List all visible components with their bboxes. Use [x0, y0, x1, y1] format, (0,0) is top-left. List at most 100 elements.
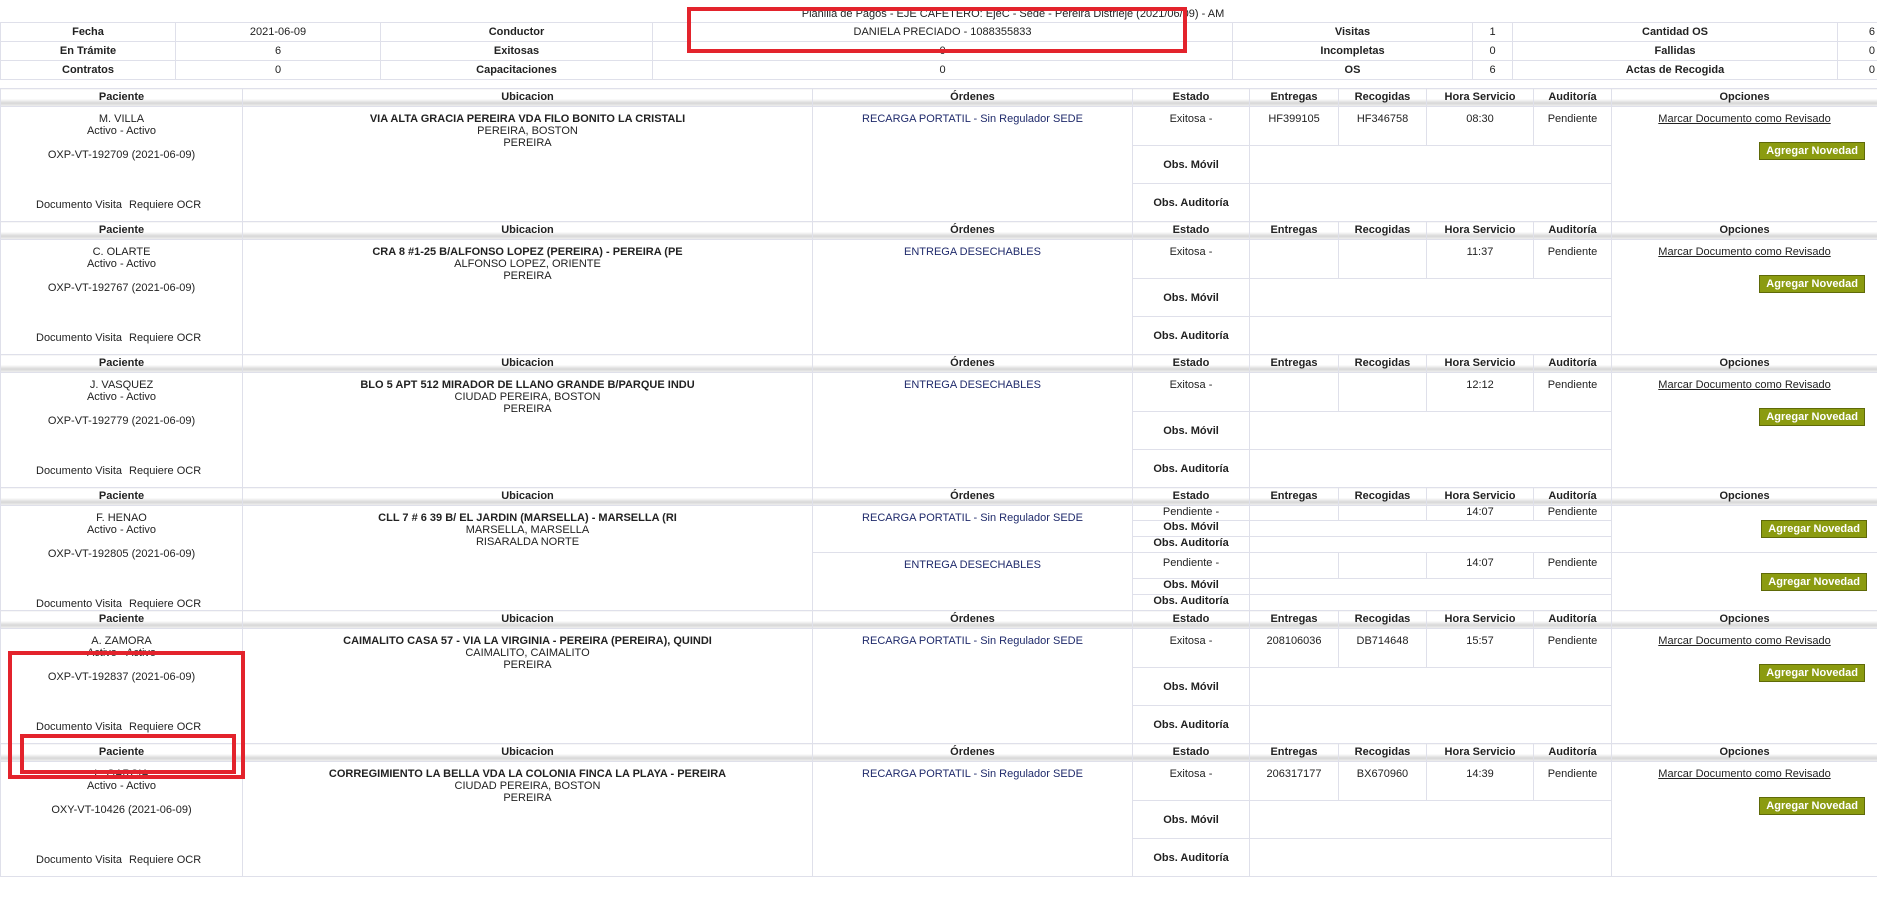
- obs-movil-label: Obs. Móvil: [1132, 278, 1250, 317]
- order-cell: ENTREGA DESECHABLES: [812, 239, 1133, 355]
- table-row: C. OLARTE Activo - Activo OXP-VT-192767 (2…: [0, 239, 1877, 355]
- patient-name: C. OLARTE: [92, 246, 151, 258]
- header-opciones: Opciones: [1611, 221, 1877, 240]
- obs-movil-label: Obs. Móvil: [1132, 667, 1250, 706]
- header-estado: Estado: [1132, 88, 1250, 107]
- obs-movil-value: [1249, 278, 1612, 317]
- summary-value: 6: [1472, 60, 1514, 80]
- header-auditoria: Auditoría: [1533, 88, 1612, 107]
- auditoria-cell: Pendiente: [1533, 628, 1612, 668]
- documento-visita-link[interactable]: Documento Visita: [36, 199, 122, 211]
- estado-cell: Exitosa -: [1132, 372, 1250, 412]
- recogidas-cell: HF346758: [1338, 106, 1427, 146]
- documento-visita-link[interactable]: Documento Visita: [36, 721, 122, 733]
- neighborhood-line: ALFONSO LOPEZ, ORIENTE: [454, 258, 601, 270]
- obs-movil-label: Obs. Móvil: [1132, 520, 1250, 537]
- summary-value: 1: [1472, 22, 1514, 42]
- address-line: CLL 7 # 6 39 B/ EL JARDIN (MARSELLA) - M…: [378, 512, 677, 524]
- location-cell: BLO 5 APT 512 MIRADOR DE LLANO GRANDE B/…: [242, 372, 813, 488]
- requiere-ocr-label[interactable]: Requiere OCR: [129, 598, 201, 610]
- header-opciones: Opciones: [1611, 743, 1877, 762]
- header-estado: Estado: [1132, 221, 1250, 240]
- requiere-ocr-label[interactable]: Requiere OCR: [129, 332, 201, 344]
- header-ordenes: Órdenes: [812, 743, 1133, 762]
- documento-visita-link[interactable]: Documento Visita: [36, 598, 122, 610]
- summary-key: Incompletas: [1231, 41, 1474, 61]
- address-line: BLO 5 APT 512 MIRADOR DE LLANO GRANDE B/…: [360, 379, 695, 391]
- hora-cell: 15:57: [1426, 628, 1534, 668]
- summary-key: Actas de Recogida: [1512, 60, 1839, 80]
- documento-visita-link[interactable]: Documento Visita: [36, 332, 122, 344]
- table-header-row: Paciente Ubicacion Órdenes Estado Entregas Re…: [0, 610, 1877, 629]
- obs-auditoria-label: Obs. Auditoría: [1132, 594, 1250, 611]
- summary-value: 0: [175, 60, 381, 80]
- marcar-revisado-link[interactable]: Marcar Documento como Revisado: [1658, 379, 1830, 391]
- entregas-cell: [1249, 552, 1339, 579]
- entregas-cell: [1249, 239, 1339, 279]
- neighborhood-line: CIUDAD PEREIRA, BOSTON: [454, 391, 601, 403]
- options-cell: Agregar Novedad: [1611, 552, 1877, 611]
- header-ubicacion: Ubicacion: [242, 221, 813, 240]
- visit-code: OXP-VT-192709 (2021-06-09): [47, 149, 196, 161]
- recogidas-cell: [1338, 552, 1427, 579]
- hora-cell: 14:07: [1426, 505, 1534, 521]
- visit-code: OXY-VT-10426 (2021-06-09): [51, 804, 192, 816]
- header-auditoria: Auditoría: [1533, 610, 1612, 629]
- header-ordenes: Órdenes: [812, 354, 1133, 373]
- address-line: VIA ALTA GRACIA PEREIRA VDA FILO BONITO …: [369, 113, 686, 125]
- obs-auditoria-value: [1249, 838, 1612, 877]
- visit-code: OXP-VT-192805 (2021-06-09): [47, 548, 196, 560]
- summary-key: Visitas: [1231, 22, 1474, 42]
- obs-auditoria-label: Obs. Auditoría: [1132, 838, 1250, 877]
- header-hora-servicio: Hora Servicio: [1426, 743, 1534, 762]
- header-recogidas: Recogidas: [1338, 221, 1427, 240]
- estado-cell: Exitosa -: [1132, 239, 1250, 279]
- agregar-novedad-button[interactable]: Agregar Novedad: [1759, 797, 1865, 815]
- summary-row: En Trámite 6 Exitosas 0 Incompletas 0 Fa…: [0, 41, 1877, 61]
- obs-auditoria-value: [1249, 705, 1612, 744]
- patient-cell: M. VILLA Activo - Activo OXP-VT-192709 (20…: [0, 106, 243, 222]
- summary-value: 0: [1472, 41, 1514, 61]
- header-ubicacion: Ubicacion: [242, 487, 813, 506]
- entregas-cell: 208106036: [1249, 628, 1339, 668]
- marcar-revisado-link[interactable]: Marcar Documento como Revisado: [1658, 113, 1830, 125]
- obs-auditoria-value: [1249, 594, 1612, 611]
- obs-movil-value: [1249, 411, 1612, 450]
- documento-visita-link[interactable]: Documento Visita: [36, 854, 122, 866]
- city-line: PEREIRA: [503, 792, 552, 804]
- requiere-ocr-label[interactable]: Requiere OCR: [129, 465, 201, 477]
- entregas-cell: HF399105: [1249, 106, 1339, 146]
- requiere-ocr-label[interactable]: Requiere OCR: [129, 721, 201, 733]
- agregar-novedad-button[interactable]: Agregar Novedad: [1759, 142, 1865, 160]
- header-ubicacion: Ubicacion: [242, 88, 813, 107]
- obs-auditoria-value: [1249, 183, 1612, 222]
- agregar-novedad-button[interactable]: Agregar Novedad: [1761, 520, 1867, 538]
- auditoria-cell: Pendiente: [1533, 552, 1612, 579]
- requiere-ocr-label[interactable]: Requiere OCR: [129, 199, 201, 211]
- options-cell: Marcar Documento como Revisado Agregar No…: [1611, 761, 1877, 877]
- requiere-ocr-label[interactable]: Requiere OCR: [129, 854, 201, 866]
- marcar-revisado-link[interactable]: Marcar Documento como Revisado: [1658, 635, 1830, 647]
- summary-value: 2021-06-09: [175, 22, 381, 42]
- marcar-revisado-link[interactable]: Marcar Documento como Revisado: [1658, 768, 1830, 780]
- table-row: F. HENAO Activo - Activo OXP-VT-192805 (20…: [0, 505, 1877, 611]
- header-entregas: Entregas: [1249, 221, 1339, 240]
- obs-auditoria-value: [1249, 449, 1612, 488]
- table-header-row: Paciente Ubicacion Órdenes Estado Entregas Re…: [0, 743, 1877, 762]
- documento-visita-link[interactable]: Documento Visita: [36, 465, 122, 477]
- options-cell: Marcar Documento como Revisado Agregar No…: [1611, 239, 1877, 355]
- agregar-novedad-button[interactable]: Agregar Novedad: [1759, 275, 1865, 293]
- marcar-revisado-link[interactable]: Marcar Documento como Revisado: [1658, 246, 1830, 258]
- hora-cell: 12:12: [1426, 372, 1534, 412]
- summary-key: Fecha: [0, 22, 176, 42]
- patient-doc-links: Documento Visita Requiere OCR: [3, 465, 240, 477]
- agregar-novedad-button[interactable]: Agregar Novedad: [1759, 664, 1865, 682]
- patient-status: Activo - Activo: [86, 524, 157, 536]
- patient-status: Activo - Activo: [86, 258, 157, 270]
- obs-auditoria-label: Obs. Auditoría: [1132, 183, 1250, 222]
- agregar-novedad-button[interactable]: Agregar Novedad: [1759, 408, 1865, 426]
- hora-cell: 14:39: [1426, 761, 1534, 801]
- agregar-novedad-button[interactable]: Agregar Novedad: [1761, 572, 1867, 591]
- header-hora-servicio: Hora Servicio: [1426, 221, 1534, 240]
- obs-auditoria-label: Obs. Auditoría: [1132, 449, 1250, 488]
